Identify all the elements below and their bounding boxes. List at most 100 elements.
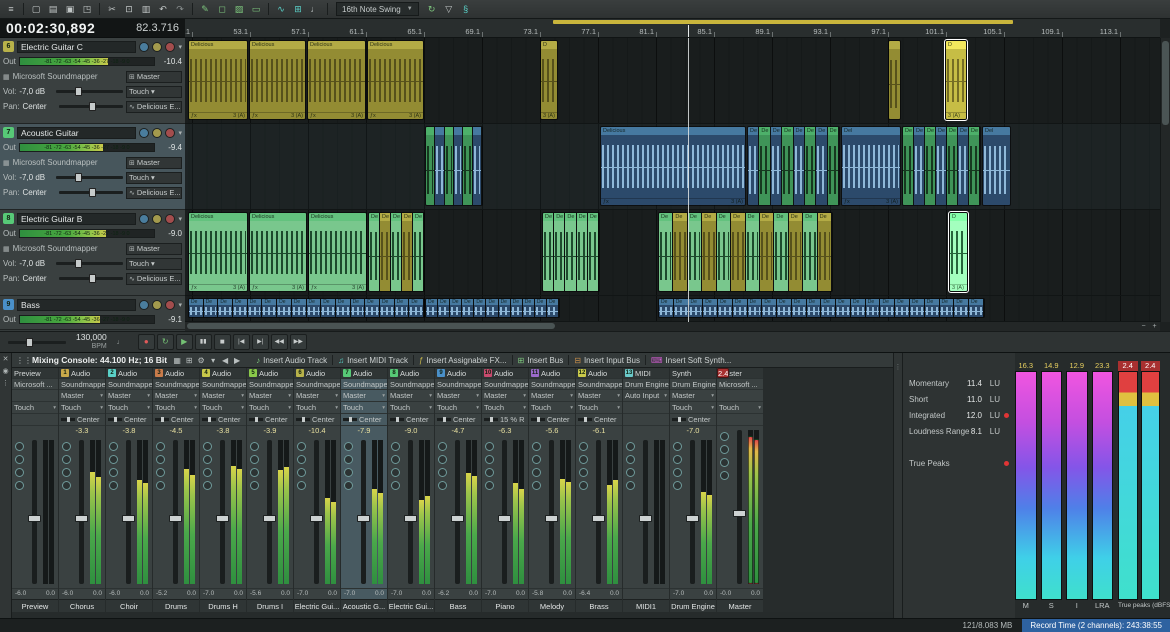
mute-button[interactable] [139, 42, 149, 52]
automation-mode-selector[interactable]: Touch [390, 403, 410, 412]
pan-slider[interactable] [484, 418, 498, 421]
audio-clip[interactable]: DeDeDeDeDeDeDeDeDeDeDeDeDeDeDeDeDeDeDeDe… [658, 298, 985, 318]
solo-button[interactable] [152, 42, 162, 52]
automation-mode-selector[interactable]: Touch▾ [126, 172, 182, 184]
channel-device-selector[interactable]: Soundmapper [249, 380, 293, 389]
fx-chain-button[interactable]: ∿Delicious E... [126, 273, 182, 285]
pan-slider[interactable] [531, 418, 545, 421]
audio-clip[interactable]: Deliciousƒx3 (A) [307, 40, 366, 120]
volume-slider[interactable] [56, 176, 123, 179]
paint-tool-icon[interactable]: ▨ [231, 2, 247, 17]
fx-button[interactable] [156, 481, 165, 490]
record-arm-button[interactable] [579, 468, 588, 477]
script-icon[interactable]: § [458, 2, 474, 17]
volume-fader[interactable] [690, 440, 695, 584]
fader-thumb[interactable] [545, 515, 558, 522]
audio-clip[interactable]: DeDeDeDeDeDeDeDeDeDeDeDe [658, 212, 833, 292]
channel-bus-selector[interactable]: Master [249, 391, 272, 400]
fader-thumb[interactable] [686, 515, 699, 522]
channel-bus-selector[interactable]: Master [484, 391, 507, 400]
insert-marker-icon[interactable]: ▽ [441, 2, 457, 17]
fx-button[interactable] [720, 471, 729, 480]
fader-thumb[interactable] [169, 515, 182, 522]
mute-button[interactable] [720, 432, 729, 441]
mute-button[interactable] [391, 442, 400, 451]
channel-bus-selector[interactable]: Master [202, 391, 225, 400]
fader-thumb[interactable] [592, 515, 605, 522]
insert-audio-track-button[interactable]: ♪Insert Audio Track [253, 356, 330, 365]
automation-mode-selector[interactable]: Touch [249, 403, 269, 412]
automation-mode-selector[interactable]: Touch▾ [126, 258, 182, 270]
channel-device-selector[interactable]: Soundmapper [61, 380, 105, 389]
channel-device-selector[interactable]: Drum Engine [625, 380, 669, 389]
horizontal-scrollbar[interactable]: − + [185, 322, 1160, 331]
track-name[interactable]: Electric Guitar B [17, 213, 136, 225]
mixer-channel-strip[interactable]: 10AudioSoundmapperMaster▾Touch▾15 % R-6.… [482, 368, 528, 612]
track-menu-icon[interactable]: ▾ [178, 129, 182, 137]
mixer-channel-strip[interactable]: 6AudioSoundmapperMaster▾Touch▾Center-10.… [294, 368, 340, 612]
automation-mode-selector[interactable]: Touch [531, 403, 551, 412]
track-menu-icon[interactable]: ▾ [178, 43, 182, 51]
pan-slider[interactable] [578, 418, 592, 421]
loop-button[interactable]: ↻ [157, 334, 174, 350]
solo-button[interactable] [152, 300, 162, 310]
redo-icon[interactable]: ↷ [172, 2, 188, 17]
audio-clip[interactable]: Delƒx3 (A) [841, 126, 901, 206]
bus-selector[interactable]: ⊞Master [126, 157, 182, 169]
fx-button[interactable] [626, 481, 635, 490]
save-icon[interactable]: ▣ [62, 2, 78, 17]
bus-selector[interactable]: ⊞Master [126, 243, 182, 255]
channel-device-selector[interactable]: Soundmapper [202, 380, 246, 389]
channel-device-selector[interactable]: Soundmapper [390, 380, 434, 389]
insert-bus-button[interactable]: ⊞Insert Bus [515, 356, 567, 365]
record-arm-button[interactable] [626, 468, 635, 477]
track-name[interactable]: Acoustic Guitar [17, 127, 136, 139]
zoom-in-button[interactable]: + [1149, 322, 1160, 331]
record-arm-button[interactable] [165, 42, 175, 52]
record-arm-button[interactable] [391, 468, 400, 477]
fx-button[interactable] [109, 481, 118, 490]
fader-thumb[interactable] [357, 515, 370, 522]
automation-mode-selector[interactable]: Touch [14, 403, 34, 412]
mute-button[interactable] [438, 442, 447, 451]
volume-fader[interactable] [408, 440, 413, 584]
fader-thumb[interactable] [404, 515, 417, 522]
solo-button[interactable] [391, 455, 400, 464]
volume-fader[interactable] [455, 440, 460, 584]
insert-assignable-fx-button[interactable]: ƒInsert Assignable FX... [416, 356, 510, 365]
audio-clip[interactable]: Deliciousƒx3 (A) [308, 212, 367, 292]
slider-thumb[interactable] [75, 87, 82, 96]
automation-mode-selector[interactable]: Touch [578, 403, 598, 412]
settings-gear-icon[interactable]: ⚙ [195, 356, 207, 365]
copy-icon[interactable]: ⊡ [121, 2, 137, 17]
channel-device-selector[interactable]: Soundmapper [437, 380, 481, 389]
channel-bus-selector[interactable]: Master [296, 391, 319, 400]
track-menu-icon[interactable]: ▾ [178, 301, 182, 309]
insert-midi-track-button[interactable]: ♫Insert MIDI Track [335, 356, 411, 365]
fx-button[interactable] [532, 481, 541, 490]
volume-fader[interactable] [549, 440, 554, 584]
fader-thumb[interactable] [451, 515, 464, 522]
open-project-icon[interactable]: ▤ [45, 2, 61, 17]
record-arm-button[interactable] [165, 214, 175, 224]
fader-thumb[interactable] [263, 515, 276, 522]
selection-tool-icon[interactable]: ◻ [214, 2, 230, 17]
mute-button[interactable] [139, 214, 149, 224]
fx-button[interactable] [250, 481, 259, 490]
panel-divider[interactable]: ⋮ [893, 353, 903, 619]
layout-icon[interactable]: ⊞ [183, 356, 195, 365]
slider-thumb[interactable] [89, 102, 96, 111]
record-arm-button[interactable] [485, 468, 494, 477]
mixer-channel-strip[interactable]: MasterMicrosoft ...Touch▾2.4-0.00.0Maste… [717, 368, 763, 612]
solo-button[interactable] [297, 455, 306, 464]
stop-button[interactable]: ■ [214, 334, 231, 350]
bus-selector[interactable]: ⊞Master [126, 71, 182, 83]
fx-chain-button[interactable]: ∿Delicious E... [126, 187, 182, 199]
solo-button[interactable] [156, 455, 165, 464]
tempo-display[interactable]: 130,000 BPM [76, 333, 107, 350]
go-to-start-button[interactable]: |◀ [233, 334, 250, 350]
solo-button[interactable] [250, 455, 259, 464]
record-arm-button[interactable] [344, 468, 353, 477]
output-device[interactable]: Microsoft Soundmapper [13, 158, 123, 167]
pan-slider[interactable] [343, 418, 357, 421]
